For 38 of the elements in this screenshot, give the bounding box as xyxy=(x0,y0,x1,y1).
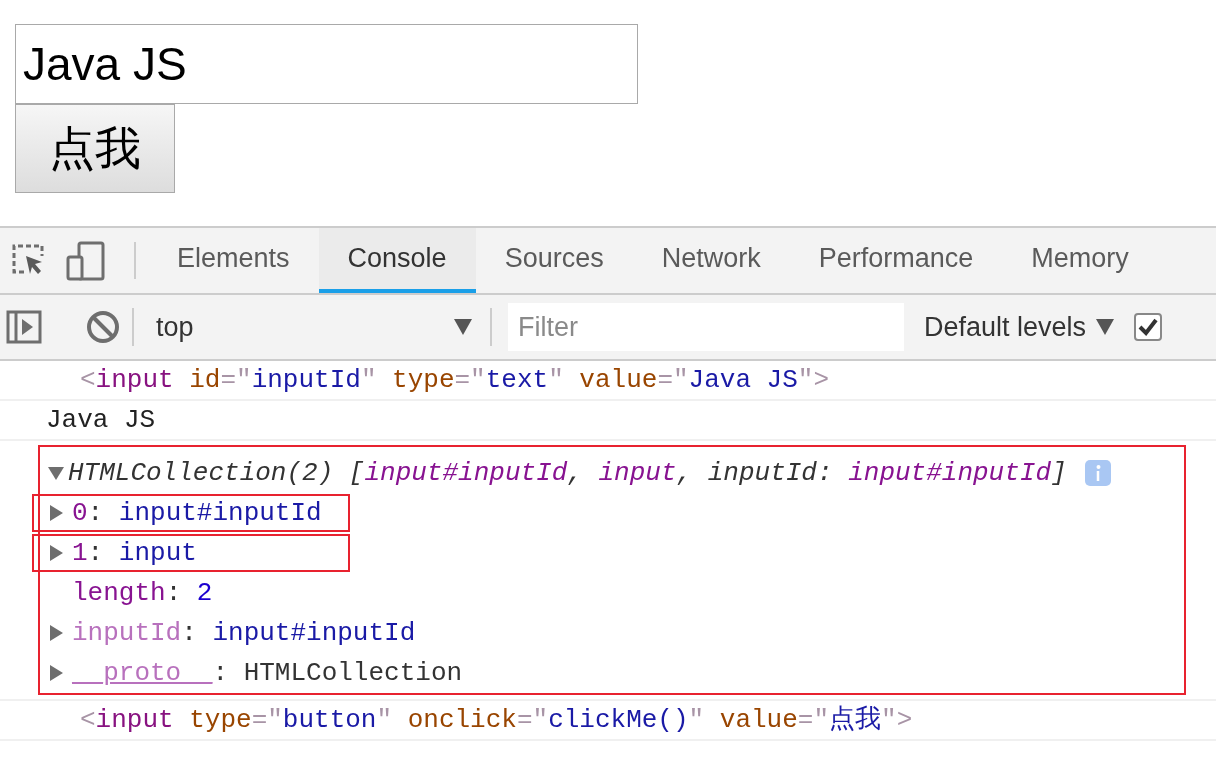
collapse-triangle-icon[interactable] xyxy=(48,465,64,481)
highlighted-property-row[interactable]: 1: input xyxy=(32,534,350,572)
context-dropdown[interactable]: top xyxy=(144,302,484,352)
levels-label: Default levels xyxy=(924,310,1087,344)
object-summary: HTMLCollection(2) [input#inputId, input, inputId: input#inputId] xyxy=(68,456,1067,490)
log-message: Java JS xyxy=(46,403,156,437)
highlighted-property-row[interactable]: 0: input#inputId xyxy=(32,494,350,532)
expand-triangle-icon[interactable] xyxy=(48,665,64,681)
devtools-tab[interactable]: Memory xyxy=(1002,228,1158,293)
checkbox[interactable] xyxy=(1134,313,1163,341)
property-text: inputId: input#inputId xyxy=(72,616,416,650)
expand-triangle-icon[interactable] xyxy=(48,625,64,641)
clear-console-icon[interactable] xyxy=(86,310,120,344)
devtools-tab[interactable]: Sources xyxy=(475,228,633,293)
sidebar-toggle-icon[interactable] xyxy=(6,310,42,344)
filter-field[interactable]: Filter xyxy=(508,303,904,351)
click-button[interactable]: 点我 xyxy=(15,104,175,193)
text-input[interactable]: Java JS xyxy=(15,24,638,104)
caret-icon xyxy=(454,319,472,335)
property-text: __proto__: HTMLCollection xyxy=(72,656,463,690)
caret-icon xyxy=(1096,319,1115,335)
device-toolbar-icon[interactable] xyxy=(66,240,106,281)
element-code-line: <input id="inputId" type="text" value="Java JS"> xyxy=(80,363,830,397)
devtools-tab[interactable]: Elements xyxy=(148,228,319,293)
property-text: length: 2 xyxy=(72,576,213,610)
expand-triangle-icon[interactable] xyxy=(48,545,64,561)
levels-dropdown[interactable]: Default levels xyxy=(924,302,1115,352)
property-text: 1: input xyxy=(72,536,197,570)
devtools-tab[interactable]: Network xyxy=(632,228,790,293)
property-text: 0: input#inputId xyxy=(72,496,322,530)
devtools-tab[interactable]: Performance xyxy=(789,228,1003,293)
expand-triangle-icon[interactable] xyxy=(48,505,64,521)
property-row[interactable]: inputId: input#inputId xyxy=(48,614,422,652)
context-label: top xyxy=(156,310,194,344)
property-row[interactable]: length: 2 xyxy=(48,574,219,612)
devtools-tab[interactable]: Console xyxy=(318,228,476,293)
property-row[interactable]: __proto__: HTMLCollection xyxy=(48,654,469,692)
element-code-line: <input type="button" onclick="clickMe()" value="点我"> xyxy=(80,703,913,737)
